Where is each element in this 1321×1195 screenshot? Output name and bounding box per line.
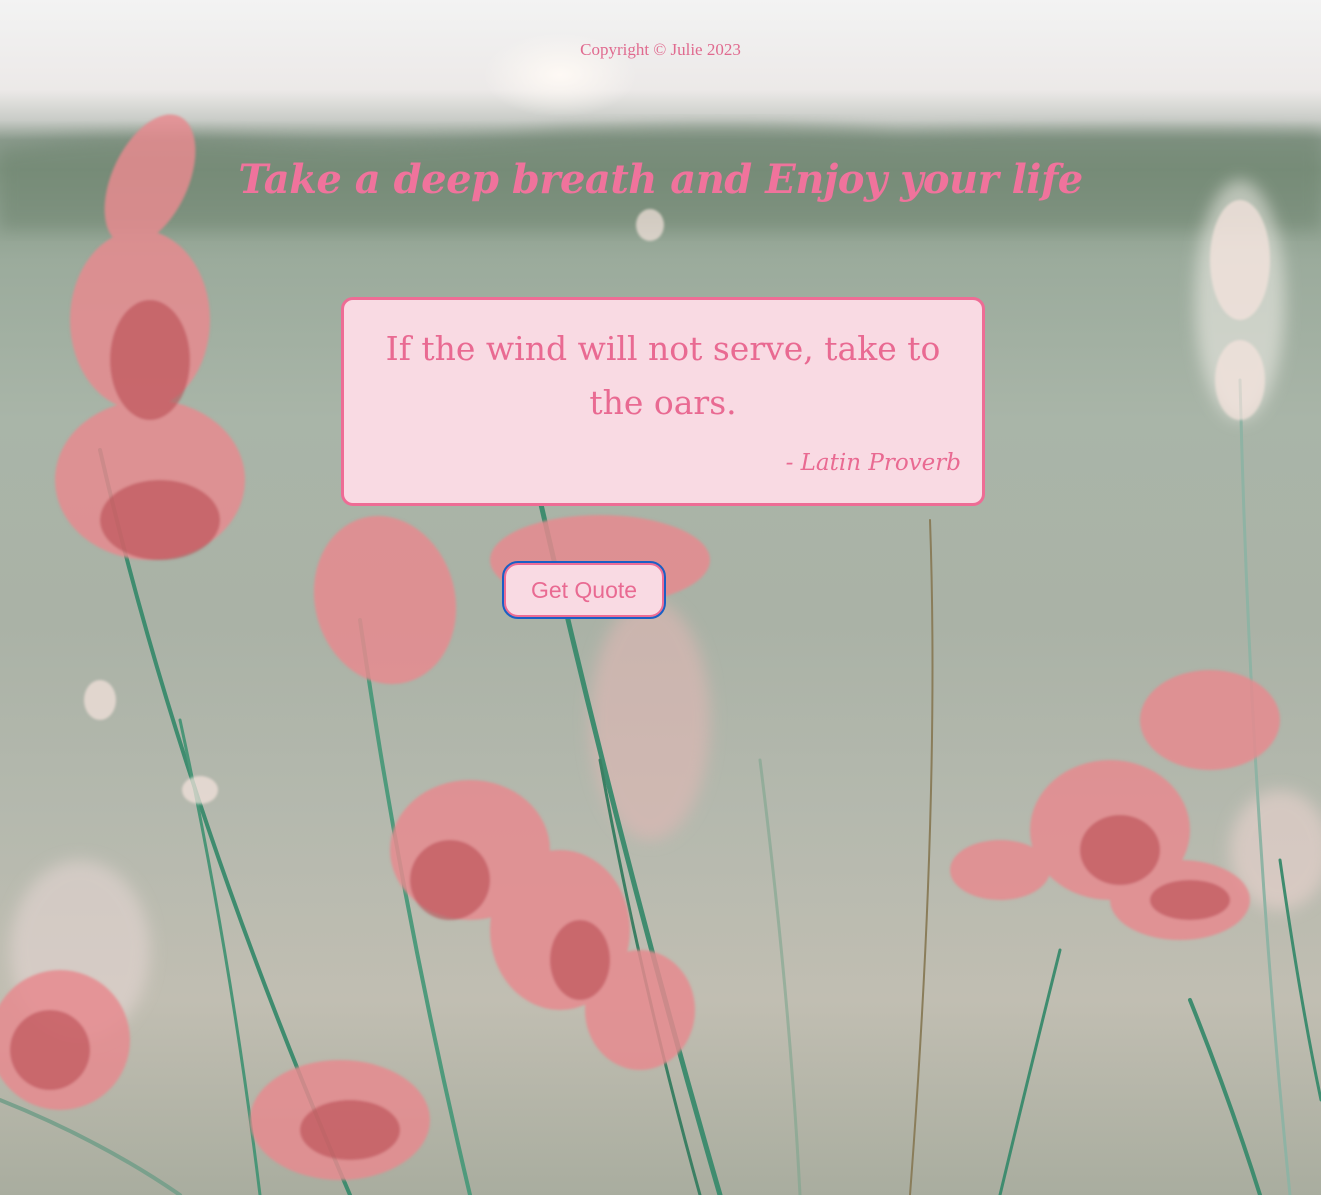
quote-author: - Latin Proverb (785, 450, 961, 476)
copyright-text: Copyright © Julie 2023 (580, 40, 741, 59)
quote-text: If the wind will not serve, take to the … (385, 329, 941, 422)
quote-card: If the wind will not serve, take to the … (341, 297, 985, 506)
page-title: Take a deep breath and Enjoy your life (238, 156, 1083, 203)
get-quote-button[interactable]: Get Quote (502, 561, 666, 619)
